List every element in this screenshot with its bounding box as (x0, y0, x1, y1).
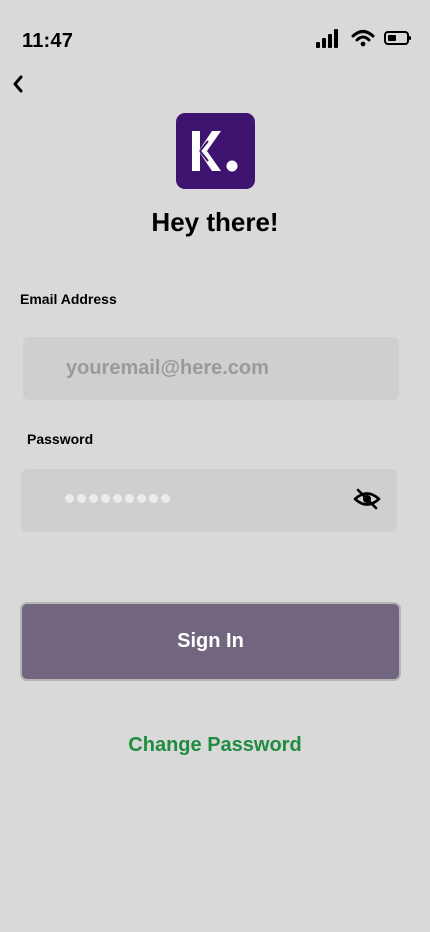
password-field[interactable] (21, 469, 397, 532)
password-mask-dot (125, 494, 134, 503)
password-mask (65, 494, 170, 503)
status-time: 11:47 (22, 30, 74, 52)
app-logo (176, 113, 255, 189)
cellular-signal-icon (316, 28, 342, 53)
password-mask-dot (101, 494, 110, 503)
toggle-password-visibility-button[interactable] (353, 488, 381, 514)
battery-low-icon (384, 30, 412, 51)
password-mask-dot (65, 494, 74, 503)
password-mask-dot (89, 494, 98, 503)
wifi-icon (351, 29, 375, 52)
email-field-container (23, 337, 399, 400)
password-mask-dot (161, 494, 170, 503)
eye-off-icon (353, 487, 381, 516)
back-button[interactable] (8, 74, 28, 98)
password-mask-dot (137, 494, 146, 503)
sign-in-button[interactable]: Sign In (20, 602, 401, 681)
password-mask-dot (77, 494, 86, 503)
change-password-link[interactable]: Change Password (0, 733, 430, 757)
page-title: Hey there! (151, 207, 279, 237)
password-mask-dot (113, 494, 122, 503)
email-label: Email Address (20, 291, 117, 307)
password-mask-dot (149, 494, 158, 503)
email-field[interactable] (23, 337, 399, 400)
status-icons (316, 28, 412, 53)
chevron-left-icon (12, 75, 24, 98)
password-label: Password (27, 431, 94, 447)
logo-k-mark (191, 131, 237, 172)
